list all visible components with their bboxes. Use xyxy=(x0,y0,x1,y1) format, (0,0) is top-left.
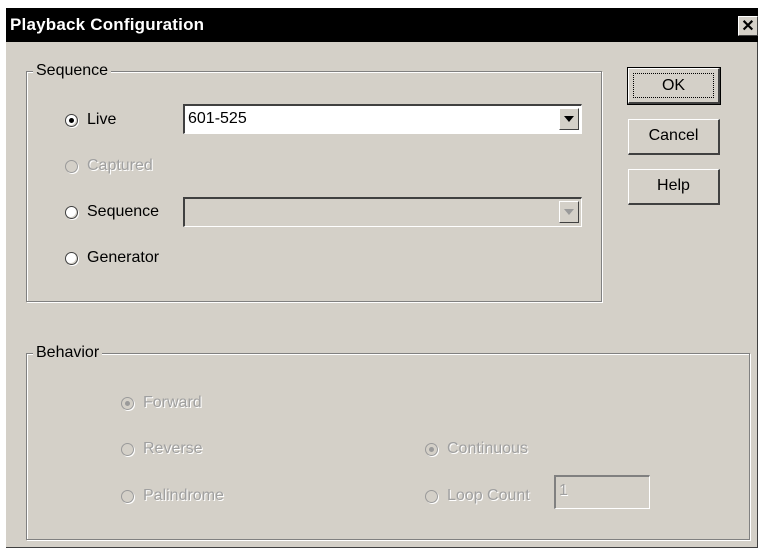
sequence-group-legend: Sequence xyxy=(33,61,112,81)
radio-forward[interactable]: Forward xyxy=(121,392,202,414)
ok-button-label: OK xyxy=(633,73,714,98)
radio-loop-count[interactable]: Loop Count xyxy=(425,485,530,507)
playback-configuration-dialog: Playback Configuration ✕ Sequence Live 6… xyxy=(6,8,758,548)
dialog-title: Playback Configuration xyxy=(10,15,205,34)
chevron-down-icon xyxy=(564,209,574,215)
help-button-label: Help xyxy=(657,177,690,194)
radio-continuous-label: Continuous xyxy=(447,440,528,457)
radio-captured[interactable]: Captured xyxy=(65,155,153,177)
radio-sequence[interactable]: Sequence xyxy=(65,201,159,223)
help-button[interactable]: Help xyxy=(628,169,720,205)
sequence-group: Sequence Live 601-525 Captured Sequence xyxy=(26,61,602,302)
title-bar: Playback Configuration ✕ xyxy=(6,8,758,42)
chevron-down-icon xyxy=(564,116,574,122)
radio-palindrome[interactable]: Palindrome xyxy=(121,485,224,507)
radio-generator-indicator[interactable] xyxy=(65,251,78,265)
radio-live-label: Live xyxy=(87,111,117,128)
live-source-select-value: 601-525 xyxy=(188,110,247,127)
radio-continuous-indicator[interactable] xyxy=(425,442,438,456)
radio-reverse-indicator[interactable] xyxy=(121,442,134,456)
radio-generator[interactable]: Generator xyxy=(65,247,159,269)
radio-reverse[interactable]: Reverse xyxy=(121,438,203,460)
live-source-select[interactable]: 601-525 xyxy=(183,104,582,134)
live-source-dropdown-button[interactable] xyxy=(559,108,579,130)
close-icon: ✕ xyxy=(741,18,755,35)
radio-captured-indicator[interactable] xyxy=(65,159,78,173)
radio-captured-label: Captured xyxy=(87,157,153,174)
radio-generator-label: Generator xyxy=(87,249,160,266)
behavior-group: Behavior Forward Reverse Palindrome Cont… xyxy=(26,343,750,540)
radio-live[interactable]: Live xyxy=(65,109,116,131)
loop-count-input[interactable]: 1 xyxy=(554,475,650,509)
cancel-button-label: Cancel xyxy=(648,127,699,144)
radio-sequence-label: Sequence xyxy=(87,203,160,220)
radio-palindrome-label: Palindrome xyxy=(143,487,224,504)
sequence-select[interactable] xyxy=(183,197,582,227)
radio-loop-count-label: Loop Count xyxy=(447,487,530,504)
radio-reverse-label: Reverse xyxy=(143,440,203,457)
radio-loop-count-indicator[interactable] xyxy=(425,489,438,503)
radio-live-indicator[interactable] xyxy=(65,113,78,127)
behavior-group-legend: Behavior xyxy=(33,343,103,363)
radio-sequence-indicator[interactable] xyxy=(65,205,78,219)
radio-forward-label: Forward xyxy=(143,394,202,411)
radio-palindrome-indicator[interactable] xyxy=(121,489,134,503)
radio-forward-indicator[interactable] xyxy=(121,396,134,410)
ok-button[interactable]: OK xyxy=(627,67,721,105)
radio-continuous[interactable]: Continuous xyxy=(425,438,528,460)
sequence-dropdown-button[interactable] xyxy=(559,201,579,223)
close-button[interactable]: ✕ xyxy=(738,16,758,36)
cancel-button[interactable]: Cancel xyxy=(628,119,720,155)
